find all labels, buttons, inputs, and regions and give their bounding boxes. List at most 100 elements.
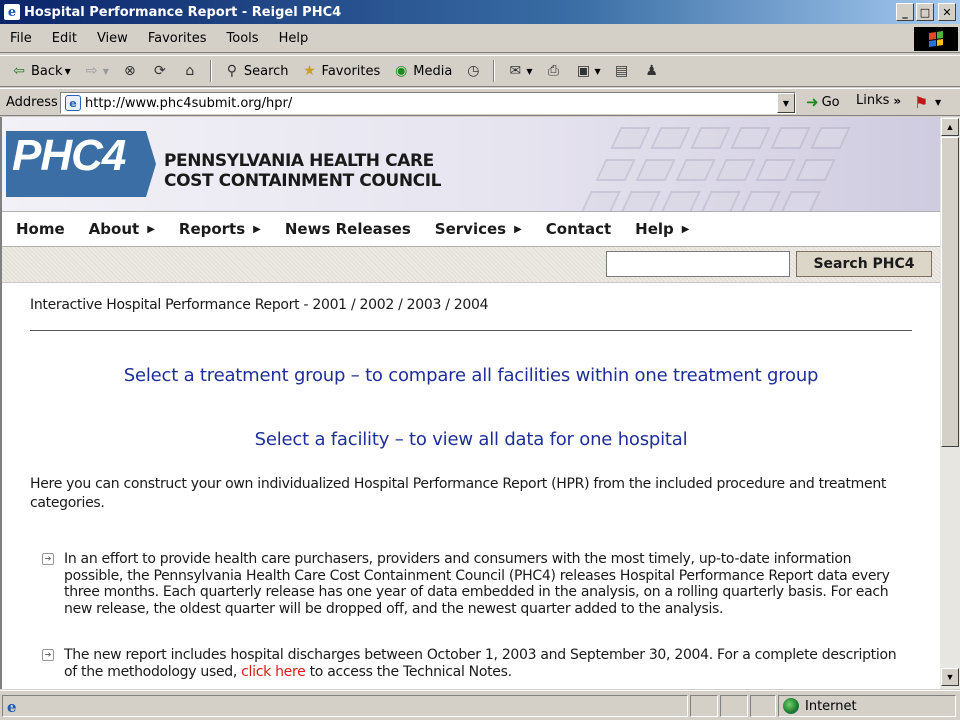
menu-view[interactable]: View [87,31,138,46]
minimize-button[interactable]: _ [896,3,914,21]
search-phc4-button[interactable]: Search PHC4 [796,251,932,277]
ie-page-icon: e [7,698,17,716]
forward-dropdown-icon[interactable]: ▼ [103,67,109,76]
nav-news-label: News Releases [284,220,411,238]
media-button[interactable]: ◉ Media [388,60,456,82]
links-label: Links [856,93,890,108]
back-label: Back [31,63,63,79]
building-image [529,117,940,211]
bullet-text-after: to access the Technical Notes. [305,663,512,680]
home-button[interactable]: ⌂ [177,60,203,82]
acrobat-dropdown-icon[interactable]: ▼ [935,98,941,107]
discuss-icon: ▤ [615,63,629,79]
windows-flag-icon [929,31,943,47]
search-strip: Search PHC4 [2,247,940,283]
go-button[interactable]: ➜ Go [806,93,840,111]
search-button[interactable]: ⚲ Search [219,60,293,82]
site-nav: Home About ▶ Reports ▶ News Releases Servi… [2,211,940,247]
history-button[interactable]: ◷ [460,60,486,82]
back-arrow-icon: ⇦ [13,63,25,79]
menu-help[interactable]: Help [269,31,319,46]
scroll-up-button[interactable]: ▲ [941,118,959,136]
search-label: Search [243,63,289,79]
messenger-button[interactable]: ♟ [639,60,665,82]
menu-favorites[interactable]: Favorites [138,31,217,46]
technical-notes-link[interactable]: click here [241,664,306,680]
favorites-icon: ★ [303,63,316,79]
nav-about[interactable]: About ▶ [89,220,155,238]
globe-icon [783,698,799,714]
favorites-button[interactable]: ★ Favorites [297,60,385,82]
menu-bar: File Edit View Favorites Tools Help [0,25,960,53]
go-arrow-icon: ➜ [806,93,819,111]
mail-button[interactable]: ✉ ▼ [502,60,536,82]
edit-icon: ▣ [576,63,591,79]
caret-right-icon: ▶ [147,223,155,235]
nav-news-releases[interactable]: News Releases [285,220,411,238]
facility-link[interactable]: Select a facility – to view all data for… [2,429,940,450]
list-item: ➔ In an effort to provide health care pu… [42,551,912,617]
zone-label: Internet [805,698,857,714]
print-icon: ⎙ [547,63,560,79]
org-name-line2: COST CONTAINMENT COUNCIL [164,171,442,191]
address-dropdown-icon[interactable]: ▼ [777,93,795,113]
title-bar[interactable]: e Hospital Performance Report - Reigel P… [0,0,960,24]
org-name-line1: PENNSYLVANIA HEALTH CARE [164,151,434,171]
history-icon: ◷ [467,63,480,79]
list-item: ➔ The new report includes hospital disch… [42,647,912,680]
site-banner: PHC4 PENNSYLVANIA HEALTH CARE COST CONTA… [2,117,940,211]
nav-services[interactable]: Services ▶ [435,220,522,238]
nav-reports[interactable]: Reports ▶ [179,220,261,238]
vertical-scrollbar[interactable]: ▲ ▼ [940,117,960,689]
address-label: Address [6,94,58,110]
nav-contact[interactable]: Contact [546,220,611,238]
scroll-down-button[interactable]: ▼ [941,668,959,686]
nav-help[interactable]: Help ▶ [635,220,689,238]
stop-icon: ⊗ [124,63,136,79]
maximize-button[interactable]: □ [916,3,934,21]
ie-icon: e [4,4,20,20]
acrobat-button[interactable]: ⚑ ▼ [914,93,941,112]
window-controls: _ □ ✕ [896,3,956,21]
site-search-input[interactable] [606,251,790,277]
back-button[interactable]: ⇦ Back ▼ [6,60,75,82]
mail-dropdown-icon[interactable]: ▼ [526,67,532,76]
caret-right-icon: ▶ [514,223,522,235]
bullet-text: The new report includes hospital dischar… [64,647,912,680]
back-dropdown-icon[interactable]: ▼ [65,67,71,76]
nav-services-label: Services [434,220,507,238]
phc4-logo-text: PHC4 [12,131,126,180]
search-icon: ⚲ [226,63,237,79]
refresh-icon: ⟳ [154,63,166,79]
caret-right-icon: ▶ [253,223,261,235]
address-url[interactable]: http://www.phc4submit.org/hpr/ [85,96,292,111]
stop-button[interactable]: ⊗ [117,60,143,82]
status-text-cell: e [2,695,688,717]
close-button[interactable]: ✕ [938,3,956,21]
treatment-group-link[interactable]: Select a treatment group – to compare al… [2,365,940,386]
status-bar: e Internet [0,690,960,720]
status-cell [750,695,776,717]
print-button[interactable]: ⎙ [540,60,566,82]
links-button[interactable]: Links » [856,93,901,108]
page-heading: Interactive Hospital Performance Report … [30,297,489,313]
chevron-right-icon: » [893,93,902,108]
arrow-bullet-icon: ➔ [42,649,54,661]
edit-button[interactable]: ▣ ▼ [570,60,604,82]
media-icon: ◉ [395,63,408,79]
menu-edit[interactable]: Edit [42,31,87,46]
edit-dropdown-icon[interactable]: ▼ [594,67,600,76]
window-title: Hospital Performance Report - Reigel PHC… [24,4,342,20]
scroll-thumb[interactable] [941,137,959,447]
nav-home[interactable]: Home [16,220,65,238]
favorites-label: Favorites [321,63,381,79]
refresh-button[interactable]: ⟳ [147,60,173,82]
toolbar: ⇦ Back ▼ ⇨ ▼ ⊗ ⟳ ⌂ ⚲ Search ★ Favorites … [0,55,960,87]
menu-tools[interactable]: Tools [217,31,269,46]
forward-button[interactable]: ⇨ ▼ [79,60,113,82]
mail-icon: ✉ [509,63,522,79]
forward-arrow-icon: ⇨ [85,63,98,79]
address-input[interactable]: e http://www.phc4submit.org/hpr/ ▼ [60,92,796,114]
discuss-button[interactable]: ▤ [609,60,635,82]
menu-file[interactable]: File [0,31,42,46]
